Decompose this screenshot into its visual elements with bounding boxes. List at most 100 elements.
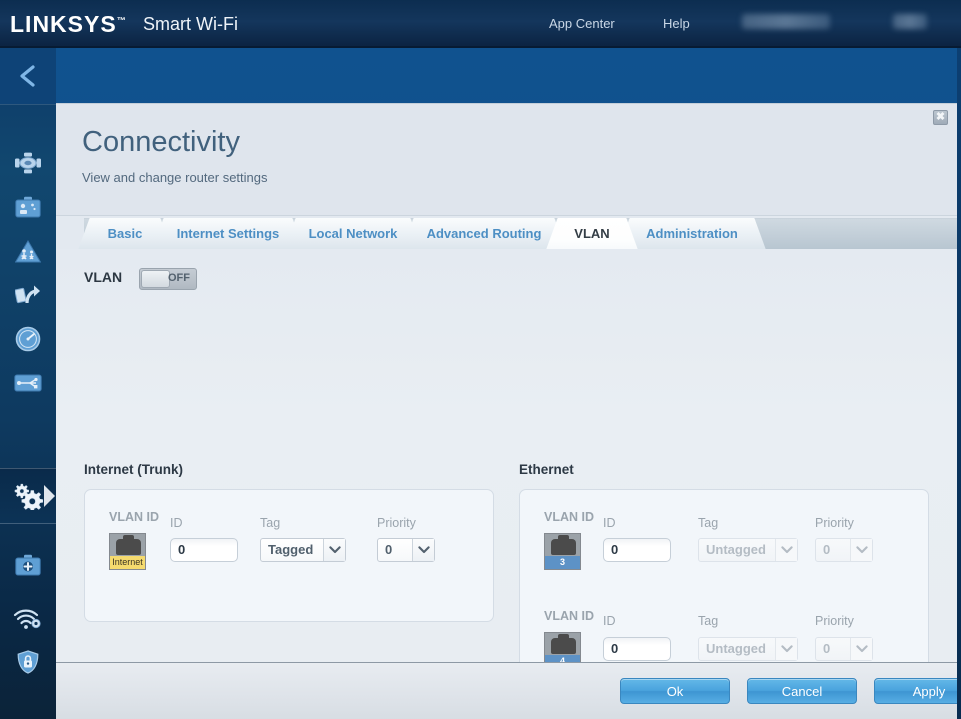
rj45-jack-shape — [551, 634, 576, 654]
modal-footer: Ok Cancel Apply — [56, 662, 957, 719]
vlan-section-label: VLAN — [84, 269, 123, 285]
close-icon[interactable]: ✖ — [933, 110, 948, 125]
ethernet-port-3-icon: 3 — [544, 533, 581, 570]
nav-help[interactable]: Help — [663, 16, 690, 31]
vlan-toggle-state: OFF — [168, 272, 190, 284]
ethernet-row2-priority-value: 0 — [823, 641, 831, 656]
modal-header: ✖ Connectivity View and change router se… — [56, 104, 957, 216]
usb-storage-icon — [14, 374, 42, 392]
ethernet-row2-id-input[interactable]: 0 — [603, 637, 671, 661]
sidebar-item-device-list[interactable] — [0, 141, 56, 185]
connectivity-modal: ✖ Connectivity View and change router se… — [56, 103, 957, 719]
wifi-settings-icon — [13, 609, 41, 629]
tab-label: Basic — [107, 226, 143, 241]
tab-internet-settings[interactable]: Internet Settings — [152, 218, 304, 249]
internet-priority-value: 0 — [385, 542, 393, 557]
tab-label: Internet Settings — [176, 226, 280, 241]
internet-panel: VLAN ID Internet ID 0 Tag Tagged Priorit… — [84, 489, 494, 622]
ethernet-row2-tag-select[interactable]: Untagged — [698, 637, 798, 661]
ethernet-row1-priority-select[interactable]: 0 — [815, 538, 873, 562]
tab-vlan[interactable]: VLAN — [546, 218, 638, 249]
tab-edge-left — [78, 218, 106, 249]
chevron-down-icon — [412, 539, 434, 561]
media-prioritization-icon — [15, 285, 40, 303]
ethernet-row2-vlan-id-label: VLAN ID — [544, 609, 594, 623]
internet-port-label: Internet — [110, 556, 145, 569]
internet-id-input[interactable]: 0 — [170, 538, 238, 562]
shield-lock-icon — [17, 650, 39, 674]
page-title: Connectivity — [82, 126, 240, 158]
trademark-symbol: ™ — [116, 15, 126, 26]
product-name: Smart Wi-Fi — [143, 14, 238, 34]
ethernet-row1-vlan-id-label: VLAN ID — [544, 510, 594, 524]
ethernet-row2-priority-select[interactable]: 0 — [815, 637, 873, 661]
sidebar-item-troubleshooting[interactable] — [0, 543, 56, 587]
tab-bar: Basic Internet Settings Local Network Ad… — [78, 218, 957, 249]
sidebar-item-connectivity[interactable] — [0, 468, 56, 524]
chevron-down-icon — [775, 539, 797, 561]
sidebar-item-speed-test[interactable] — [0, 317, 56, 361]
ethernet-row1-id-label: ID — [603, 516, 616, 530]
chevron-down-icon — [850, 539, 872, 561]
ethernet-row2-tag-label: Tag — [698, 614, 719, 628]
vlan-toggle-knob — [141, 270, 170, 288]
ethernet-row1-tag-select[interactable]: Untagged — [698, 538, 798, 562]
left-sidebar — [0, 48, 56, 719]
internet-priority-select[interactable]: 0 — [377, 538, 435, 562]
vlan-toggle[interactable]: OFF — [139, 268, 197, 290]
right-edge-strip — [957, 48, 961, 719]
sidebar-item-wireless[interactable] — [0, 596, 56, 640]
tab-label: Advanced Routing — [426, 226, 542, 241]
chevron-left-icon — [20, 65, 35, 87]
ethernet-row2-id-label: ID — [603, 614, 616, 628]
sidebar-item-security[interactable] — [0, 640, 56, 684]
sidebar-item-external-storage[interactable] — [0, 361, 56, 405]
internet-id-label: ID — [170, 516, 183, 530]
back-button[interactable] — [0, 48, 56, 104]
internet-port-icon: Internet — [109, 533, 146, 570]
chevron-down-icon — [775, 638, 797, 660]
ethernet-row2-priority-label: Priority — [815, 614, 854, 628]
page-subtitle: View and change router settings — [82, 170, 268, 185]
internet-tag-select[interactable]: Tagged — [260, 538, 346, 562]
internet-vlan-id-label: VLAN ID — [109, 510, 159, 524]
ethernet-row1-id-input[interactable]: 0 — [603, 538, 671, 562]
active-section-pointer — [44, 485, 55, 507]
troubleshooting-icon — [15, 554, 41, 576]
sidebar-divider — [0, 104, 56, 105]
tab-basic[interactable]: Basic — [78, 218, 172, 249]
tab-administration[interactable]: Administration — [618, 218, 766, 249]
chevron-down-icon — [850, 638, 872, 660]
account-name-redacted[interactable] — [742, 14, 830, 29]
sidebar-item-parental-controls[interactable] — [0, 229, 56, 273]
linksys-logo: LINKSYS™ — [10, 11, 126, 38]
gears-icon — [14, 483, 44, 510]
internet-priority-label: Priority — [377, 516, 416, 530]
guest-access-icon — [15, 196, 41, 218]
internet-panel-title: Internet (Trunk) — [84, 462, 184, 477]
nav-app-center[interactable]: App Center — [549, 16, 615, 31]
apply-button[interactable]: Apply — [874, 678, 957, 704]
cancel-button[interactable]: Cancel — [747, 678, 857, 704]
sidebar-item-guest-access[interactable] — [0, 185, 56, 229]
ethernet-row2-tag-value: Untagged — [706, 641, 766, 656]
sign-out-redacted[interactable] — [893, 14, 927, 29]
speed-test-icon — [15, 326, 41, 352]
ethernet-panel-title: Ethernet — [519, 462, 574, 477]
ethernet-row1-tag-value: Untagged — [706, 542, 766, 557]
logo-text: LINKSYS — [10, 11, 117, 37]
sidebar-item-media-prioritization[interactable] — [0, 273, 56, 317]
tab-label: VLAN — [574, 226, 610, 241]
tab-advanced-routing[interactable]: Advanced Routing — [402, 218, 566, 249]
device-list-icon — [15, 152, 41, 174]
ok-button[interactable]: Ok — [620, 678, 730, 704]
ethernet-port-3-label: 3 — [545, 556, 580, 569]
chevron-down-icon — [323, 539, 345, 561]
ethernet-row1-priority-label: Priority — [815, 516, 854, 530]
vlan-settings-body: VLAN OFF Select Profile: Manual Internet… — [56, 249, 957, 719]
rj45-jack-shape — [116, 535, 141, 555]
app-header: LINKSYS™ Smart Wi-Fi App Center Help — [0, 0, 961, 48]
internet-tag-value: Tagged — [268, 542, 314, 557]
tab-local-network[interactable]: Local Network — [284, 218, 422, 249]
tab-label: Administration — [646, 226, 738, 241]
